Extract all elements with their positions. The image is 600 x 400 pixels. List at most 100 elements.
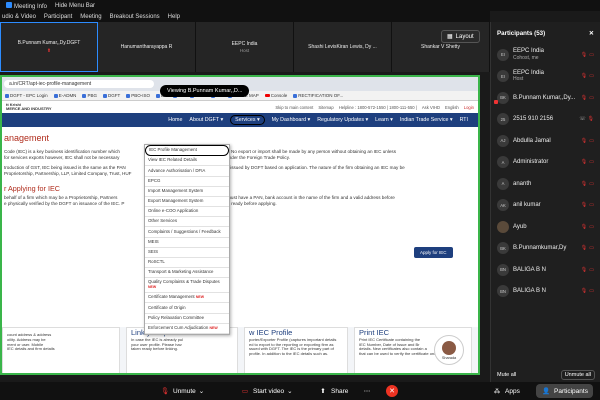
list-item[interactable]: BN BALIGA B N 🎙 ▭ <box>494 281 597 303</box>
bookmark-icon <box>155 93 160 98</box>
video-tile[interactable]: B.Punnam Kumar,,Dy.DGFT ⬆ <box>0 22 98 72</box>
menu-help[interactable]: Help <box>168 14 180 20</box>
layout-button[interactable]: ▦ Layout <box>441 30 480 43</box>
leave-meeting-button[interactable]: ✕ <box>386 385 398 397</box>
list-item[interactable]: BN BALIGA B N 🎙 ▭ <box>494 259 597 281</box>
dropdown-item[interactable]: Enforcement Cum Adjudication NEW <box>145 324 229 334</box>
video-tile[interactable]: EEPC India Host <box>196 22 294 72</box>
url-field[interactable]: a.in/CRT/apt-iec-profile-management <box>4 80 154 88</box>
nav-services[interactable]: Services ▾ <box>230 115 265 125</box>
bookmark-item[interactable]: PBO-ISO <box>126 93 150 98</box>
close-icon[interactable]: ✕ <box>589 30 594 37</box>
unmute-all-button[interactable]: Unmute all <box>560 370 595 380</box>
helpline-text: Helpline : 1800-572-1550 | 1800-111-550 … <box>338 104 417 110</box>
video-off-icon: ▭ <box>589 288 594 295</box>
info-card[interactable]: count address & address oility. Address … <box>2 327 120 373</box>
list-item[interactable]: BK B.Punnamkumar,Dy 🎙 ▭ <box>494 238 597 260</box>
bookmark-item[interactable]: DGFT <box>102 93 120 98</box>
dropdown-item[interactable]: Export Management System <box>145 197 229 208</box>
video-tile[interactable]: Shashi LevisKiran Lewis, Dy ... <box>294 22 392 72</box>
tile-name: Shankar V Shetty <box>421 44 460 50</box>
video-off-icon: ▭ <box>589 223 594 230</box>
avatar: AJ <box>497 134 509 147</box>
list-item[interactable]: EI EEPC India Cohost, me 🎙 ▭ <box>494 44 597 66</box>
chevron-down-icon: ⌄ <box>198 388 205 395</box>
presenter-video-bubble[interactable]: Sharada <box>434 335 464 365</box>
menu-breakout-sessions[interactable]: Breakout Sessions <box>110 14 160 20</box>
video-off-icon: ▭ <box>589 159 594 166</box>
bookmark-item[interactable]: DGFT - EPC Login <box>5 93 48 98</box>
login-link[interactable]: Login <box>464 105 474 110</box>
list-item[interactable]: 25 2515 910 2156 ☏ 🎙 <box>494 109 597 131</box>
dropdown-item[interactable]: RoSCTL <box>145 258 229 269</box>
nav-home[interactable]: Home <box>168 117 182 123</box>
gov-header: tt Krishi MERCE AND INDUSTRY Skip to mai… <box>2 101 478 113</box>
nav-about[interactable]: About DGFT ▾ <box>189 117 223 123</box>
menu-audio-video[interactable]: udio & Video <box>2 14 36 20</box>
dropdown-item[interactable]: Advance Authorisation / DFIA <box>145 166 229 177</box>
webex-logo-icon <box>6 1 12 8</box>
apps-button[interactable]: ⁂ Apps <box>492 386 520 396</box>
dropdown-item[interactable]: MEIS <box>145 238 229 248</box>
list-item[interactable]: A Administrator 🎙 ▭ <box>494 152 597 174</box>
meeting-info-menu[interactable]: Meeting Info <box>6 1 47 10</box>
list-item[interactable]: AJ Abdulla Jamal 🎙 ▭ <box>494 130 597 152</box>
language-select[interactable]: English <box>445 105 459 110</box>
bookmark-item[interactable]: PBG <box>82 93 97 98</box>
skip-link[interactable]: Skip to main content <box>275 105 313 110</box>
nav-learn[interactable]: Learn ▾ <box>375 117 393 123</box>
participants-button[interactable]: 👤 Participants <box>536 384 593 398</box>
sitemap-link[interactable]: Sitemap <box>318 105 333 110</box>
chevron-down-icon: ⌄ <box>287 388 293 395</box>
dropdown-item[interactable]: Import Management System <box>145 187 229 197</box>
participants-icon: 👤 <box>541 388 551 395</box>
dropdown-item[interactable]: Online e-COO Application <box>145 207 229 218</box>
menu-meeting[interactable]: Meeting <box>80 14 101 20</box>
info-card[interactable]: w IEC Profile porter/Exporter Profile (c… <box>244 327 348 373</box>
dropdown-item[interactable]: Certificate of Origin <box>145 303 229 314</box>
list-item[interactable]: EI EEPC India Host 🎙 ▭ <box>494 66 597 88</box>
meeting-menubar: udio & Video Participant Meeting Breakou… <box>0 11 490 22</box>
dropdown-item[interactable]: Policy Relaxation Committee <box>145 314 229 324</box>
dropdown-item[interactable]: Other Services <box>145 217 229 228</box>
nav-rti[interactable]: RTI <box>460 117 468 123</box>
mute-all-button[interactable]: Mute all <box>497 372 516 378</box>
mic-muted-icon: 🎙 <box>580 51 588 58</box>
start-video-button[interactable]: ▭ Start video ⌄ <box>240 386 293 396</box>
list-item[interactable]: Aananth 🎙 ▭ <box>494 173 597 195</box>
dropdown-item[interactable]: SEIS <box>145 248 229 258</box>
apps-icon: ⁂ <box>493 388 501 395</box>
nav-dashboard[interactable]: My Dashboard ▾ <box>272 117 311 123</box>
dropdown-item[interactable]: EPCG <box>145 177 229 187</box>
menu-participant[interactable]: Participant <box>44 14 72 20</box>
unmute-button[interactable]: 🎙 Unmute ⌄ <box>160 386 204 396</box>
dropdown-item[interactable]: Certificate Management NEW <box>145 293 229 304</box>
more-options-button[interactable]: ⋯ <box>362 386 372 396</box>
apply-for-iec-button[interactable]: Apply for IEC <box>414 247 453 258</box>
video-tile[interactable]: Hanumantharayappa R <box>98 22 196 72</box>
nav-trade-service[interactable]: Indian Trade Service ▾ <box>400 117 453 123</box>
dgft-logo: tt Krishi MERCE AND INDUSTRY <box>6 101 52 111</box>
list-item[interactable]: AK anil kumar 🎙 ▭ <box>494 195 597 217</box>
ask-vihd-link[interactable]: Ask VIHD <box>422 105 440 110</box>
share-icon: ⬆ <box>46 48 52 54</box>
list-item[interactable]: Ayub 🎙 ▭ <box>494 216 597 238</box>
video-off-icon: ▭ <box>589 94 594 101</box>
bookmark-item[interactable]: RECTIFICATION OF... <box>293 93 343 98</box>
bookmark-icon <box>82 93 87 98</box>
dropdown-item[interactable]: Quality Complaints & Trade Disputes NEW <box>145 278 229 294</box>
recording-icon <box>494 99 498 104</box>
dropdown-item[interactable]: Transport & Marketing Assistance <box>145 268 229 279</box>
list-item[interactable]: BK B.Punnam Kumar,,Dy... 🎙 ▭ <box>494 87 597 109</box>
dropdown-item[interactable]: IEC Profile Management <box>145 145 229 157</box>
bookmark-item[interactable]: Console <box>264 93 287 98</box>
hide-menubar-menu[interactable]: Hide Menu Bar <box>55 3 95 9</box>
dropdown-item[interactable]: View IEC Related Details <box>145 156 229 167</box>
participants-panel: Participants (53) ✕ EI EEPC India Cohost, … <box>490 22 600 382</box>
tile-role: Host <box>239 48 250 53</box>
dropdown-item[interactable]: Complaints / Suggestions / Feedback <box>145 227 229 238</box>
nav-regulatory[interactable]: Regulatory Updates ▾ <box>317 117 368 123</box>
bookmark-item[interactable]: E-ADMN <box>53 93 76 98</box>
services-dropdown: IEC Profile Management View IEC Related … <box>144 144 230 335</box>
share-button[interactable]: ⬆ Share <box>318 386 348 396</box>
